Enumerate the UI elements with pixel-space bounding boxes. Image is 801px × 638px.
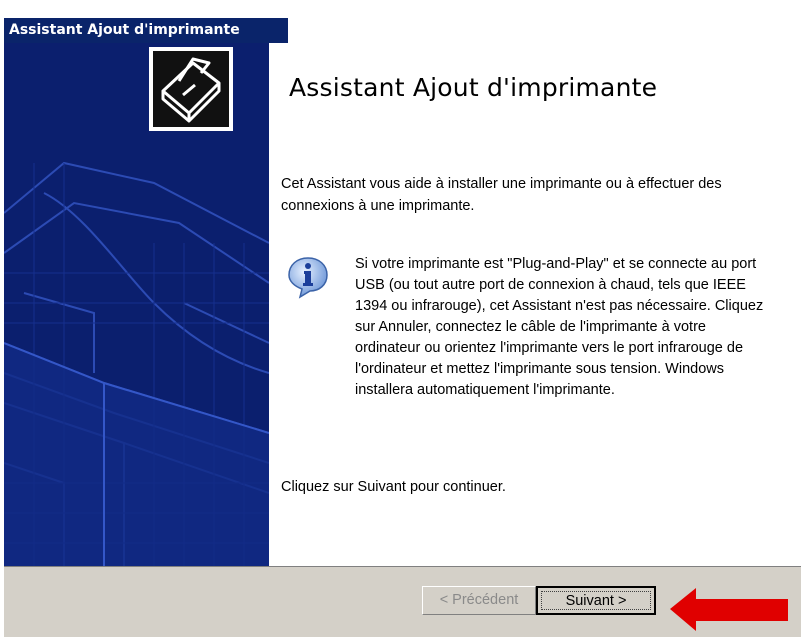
next-button-label: Suivant > bbox=[565, 593, 627, 609]
title-bar: Assistant Ajout d'imprimante bbox=[4, 18, 288, 43]
next-button[interactable]: Suivant > bbox=[536, 586, 656, 615]
info-icon bbox=[286, 255, 330, 299]
previous-button-label: < Précédent bbox=[439, 592, 519, 608]
info-text: Si votre imprimante est "Plug-and-Play" … bbox=[355, 256, 764, 398]
title-bar-blank bbox=[288, 18, 801, 43]
red-arrow-left-icon bbox=[668, 586, 790, 633]
next-button-focus: Suivant > bbox=[541, 591, 651, 610]
window-title: Assistant Ajout d'imprimante bbox=[9, 22, 240, 38]
wizard-heading: Assistant Ajout d'imprimante bbox=[289, 73, 658, 102]
continue-text: Cliquez sur Suivant pour continuer. bbox=[281, 479, 506, 495]
intro-text: Cet Assistant vous aide à installer une … bbox=[281, 176, 722, 214]
wizard-content: Assistant Ajout d'imprimante Cet Assista… bbox=[269, 43, 801, 566]
previous-button[interactable]: < Précédent bbox=[422, 586, 536, 615]
printer-icon bbox=[149, 47, 233, 131]
